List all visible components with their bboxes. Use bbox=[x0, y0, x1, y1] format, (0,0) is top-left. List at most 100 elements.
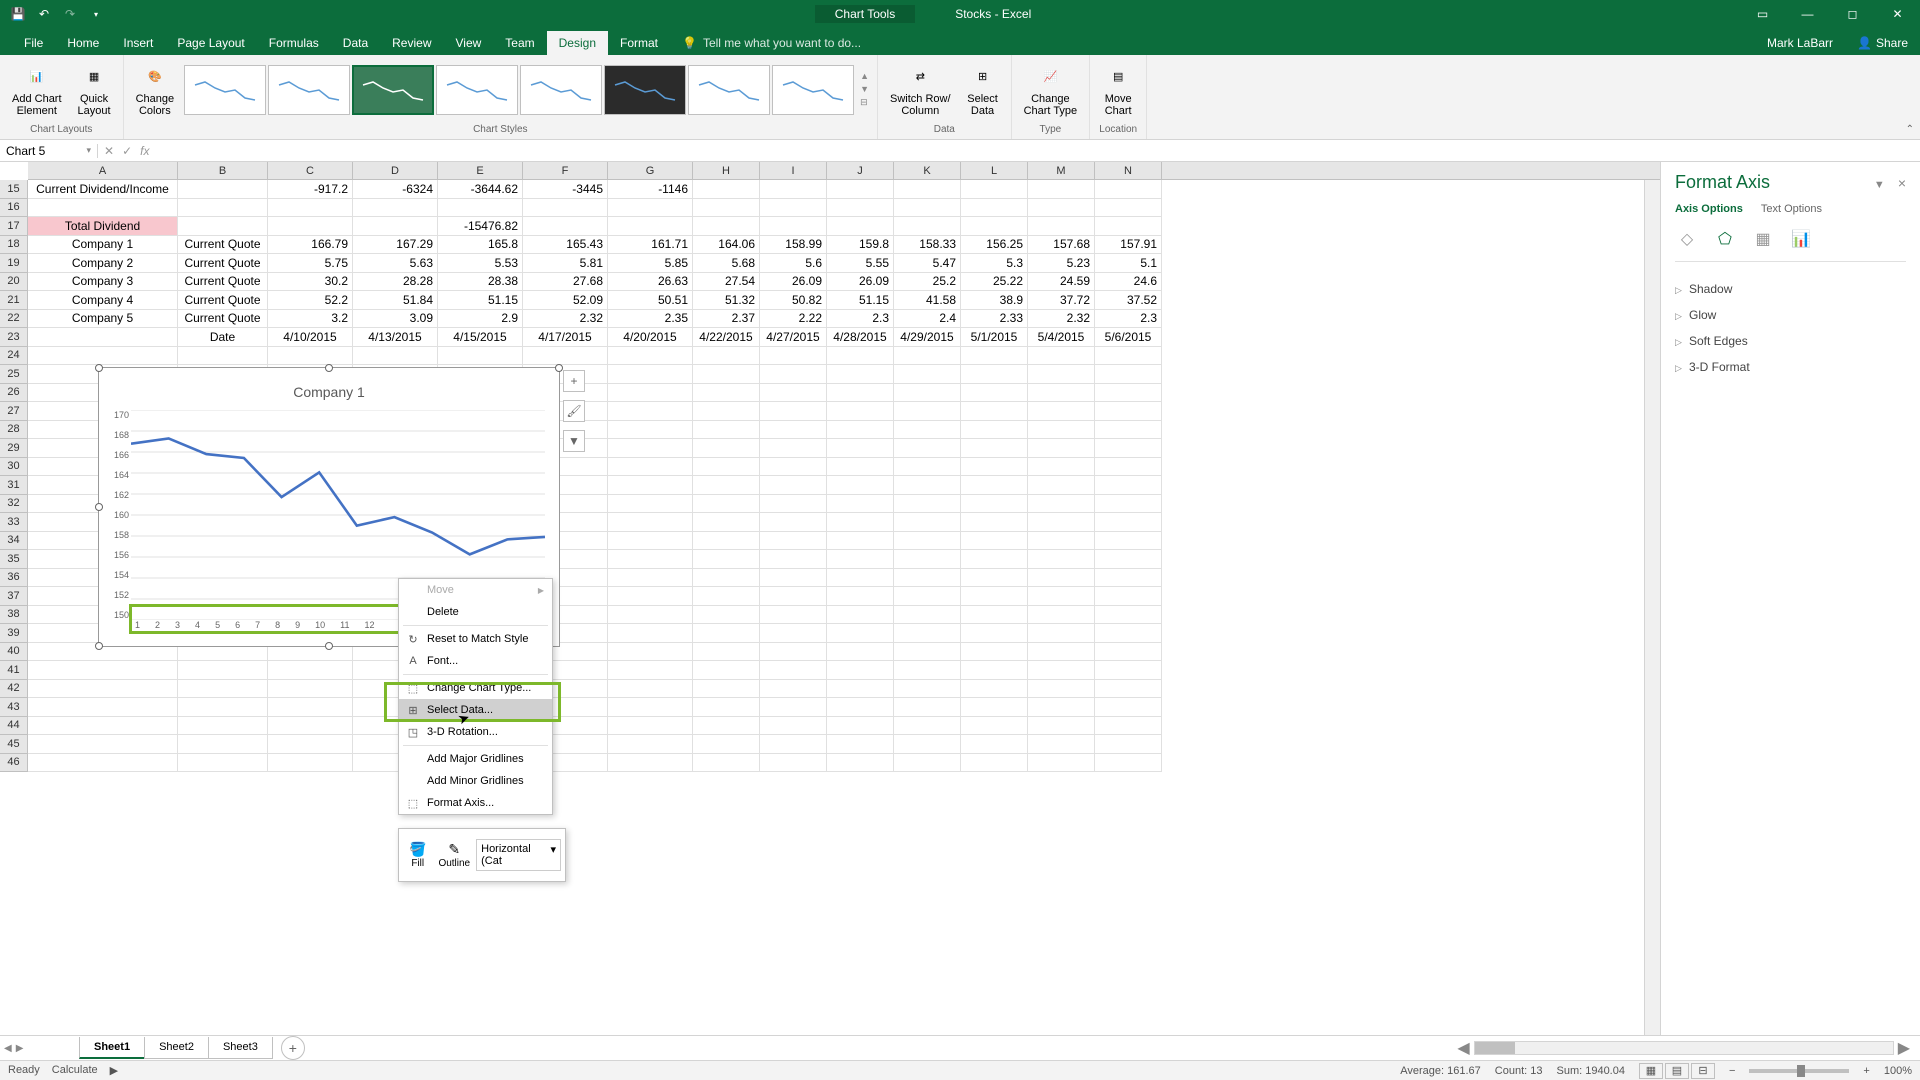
cell-H17[interactable] bbox=[693, 217, 760, 236]
cell-I16[interactable] bbox=[760, 199, 827, 218]
cell-H28[interactable] bbox=[693, 421, 760, 440]
cell-J46[interactable] bbox=[827, 754, 894, 773]
cell-C23[interactable]: 4/10/2015 bbox=[268, 328, 353, 347]
cell-K43[interactable] bbox=[894, 698, 961, 717]
share-button[interactable]: 👤 Share bbox=[1845, 31, 1920, 55]
cell-J28[interactable] bbox=[827, 421, 894, 440]
chart-element-selector[interactable]: Horizontal (Cat▾ bbox=[476, 839, 561, 871]
row-header-35[interactable]: 35 bbox=[0, 550, 28, 569]
cell-I32[interactable] bbox=[760, 495, 827, 514]
cell-J15[interactable] bbox=[827, 180, 894, 199]
cell-I45[interactable] bbox=[760, 735, 827, 754]
cell-K15[interactable] bbox=[894, 180, 961, 199]
move-chart-button[interactable]: ▤ Move Chart bbox=[1096, 59, 1140, 121]
hscroll-left-icon[interactable]: ◀ bbox=[1457, 1038, 1469, 1058]
cell-D18[interactable]: 167.29 bbox=[353, 236, 438, 255]
cell-J19[interactable]: 5.55 bbox=[827, 254, 894, 273]
row-header-17[interactable]: 17 bbox=[0, 217, 28, 236]
tab-page-layout[interactable]: Page Layout bbox=[165, 31, 256, 55]
cell-I24[interactable] bbox=[760, 347, 827, 366]
row-header-43[interactable]: 43 bbox=[0, 698, 28, 717]
cell-D20[interactable]: 28.28 bbox=[353, 273, 438, 292]
row-header-36[interactable]: 36 bbox=[0, 569, 28, 588]
cell-E18[interactable]: 165.8 bbox=[438, 236, 523, 255]
cell-L20[interactable]: 25.22 bbox=[961, 273, 1028, 292]
cell-M42[interactable] bbox=[1028, 680, 1095, 699]
cell-J22[interactable]: 2.3 bbox=[827, 310, 894, 329]
cell-G28[interactable] bbox=[608, 421, 693, 440]
cell-K46[interactable] bbox=[894, 754, 961, 773]
cell-N25[interactable] bbox=[1095, 365, 1162, 384]
chart-style-7[interactable] bbox=[688, 65, 770, 115]
cell-L24[interactable] bbox=[961, 347, 1028, 366]
cell-G44[interactable] bbox=[608, 717, 693, 736]
cell-B17[interactable] bbox=[178, 217, 268, 236]
cell-H29[interactable] bbox=[693, 439, 760, 458]
chart-style-8[interactable] bbox=[772, 65, 854, 115]
cell-H37[interactable] bbox=[693, 587, 760, 606]
cell-G22[interactable]: 2.35 bbox=[608, 310, 693, 329]
cell-J26[interactable] bbox=[827, 384, 894, 403]
cell-G40[interactable] bbox=[608, 643, 693, 662]
cell-I22[interactable]: 2.22 bbox=[760, 310, 827, 329]
cell-K24[interactable] bbox=[894, 347, 961, 366]
close-icon[interactable]: ✕ bbox=[1875, 0, 1920, 28]
cell-M46[interactable] bbox=[1028, 754, 1095, 773]
cell-M35[interactable] bbox=[1028, 550, 1095, 569]
cell-E16[interactable] bbox=[438, 199, 523, 218]
row-header-44[interactable]: 44 bbox=[0, 717, 28, 736]
cell-E21[interactable]: 51.15 bbox=[438, 291, 523, 310]
cell-M30[interactable] bbox=[1028, 458, 1095, 477]
cell-A16[interactable] bbox=[28, 199, 178, 218]
cell-N19[interactable]: 5.1 bbox=[1095, 254, 1162, 273]
cell-B20[interactable]: Current Quote bbox=[178, 273, 268, 292]
cell-M18[interactable]: 157.68 bbox=[1028, 236, 1095, 255]
cell-I23[interactable]: 4/27/2015 bbox=[760, 328, 827, 347]
cell-N20[interactable]: 24.6 bbox=[1095, 273, 1162, 292]
cell-B24[interactable] bbox=[178, 347, 268, 366]
cell-N31[interactable] bbox=[1095, 476, 1162, 495]
cell-F16[interactable] bbox=[523, 199, 608, 218]
cell-J41[interactable] bbox=[827, 661, 894, 680]
cell-H21[interactable]: 51.32 bbox=[693, 291, 760, 310]
cell-I27[interactable] bbox=[760, 402, 827, 421]
cell-D24[interactable] bbox=[353, 347, 438, 366]
cell-G30[interactable] bbox=[608, 458, 693, 477]
zoom-level[interactable]: 100% bbox=[1884, 1065, 1912, 1077]
cell-J42[interactable] bbox=[827, 680, 894, 699]
chart-style-5[interactable] bbox=[520, 65, 602, 115]
cell-M36[interactable] bbox=[1028, 569, 1095, 588]
cell-N33[interactable] bbox=[1095, 513, 1162, 532]
quick-layout-button[interactable]: ▦ Quick Layout bbox=[72, 59, 117, 121]
cell-A45[interactable] bbox=[28, 735, 178, 754]
name-box[interactable]: Chart 5▾ bbox=[0, 144, 98, 158]
cell-A43[interactable] bbox=[28, 698, 178, 717]
cell-H36[interactable] bbox=[693, 569, 760, 588]
row-header-39[interactable]: 39 bbox=[0, 624, 28, 643]
cell-H44[interactable] bbox=[693, 717, 760, 736]
cell-L29[interactable] bbox=[961, 439, 1028, 458]
cell-H20[interactable]: 27.54 bbox=[693, 273, 760, 292]
cell-K16[interactable] bbox=[894, 199, 961, 218]
cell-N28[interactable] bbox=[1095, 421, 1162, 440]
tab-design[interactable]: Design bbox=[547, 31, 608, 55]
cell-G19[interactable]: 5.85 bbox=[608, 254, 693, 273]
cell-L21[interactable]: 38.9 bbox=[961, 291, 1028, 310]
row-header-23[interactable]: 23 bbox=[0, 328, 28, 347]
cell-M37[interactable] bbox=[1028, 587, 1095, 606]
cell-M25[interactable] bbox=[1028, 365, 1095, 384]
cell-F23[interactable]: 4/17/2015 bbox=[523, 328, 608, 347]
cell-J34[interactable] bbox=[827, 532, 894, 551]
row-header-45[interactable]: 45 bbox=[0, 735, 28, 754]
row-header-15[interactable]: 15 bbox=[0, 180, 28, 199]
cell-H39[interactable] bbox=[693, 624, 760, 643]
cell-E19[interactable]: 5.53 bbox=[438, 254, 523, 273]
pane-section-3-d-format[interactable]: 3-D Format bbox=[1675, 354, 1906, 380]
cell-J33[interactable] bbox=[827, 513, 894, 532]
cell-M40[interactable] bbox=[1028, 643, 1095, 662]
chart-style-3[interactable] bbox=[352, 65, 434, 115]
cell-B45[interactable] bbox=[178, 735, 268, 754]
cell-A41[interactable] bbox=[28, 661, 178, 680]
cell-J38[interactable] bbox=[827, 606, 894, 625]
column-header-D[interactable]: D bbox=[353, 162, 438, 179]
